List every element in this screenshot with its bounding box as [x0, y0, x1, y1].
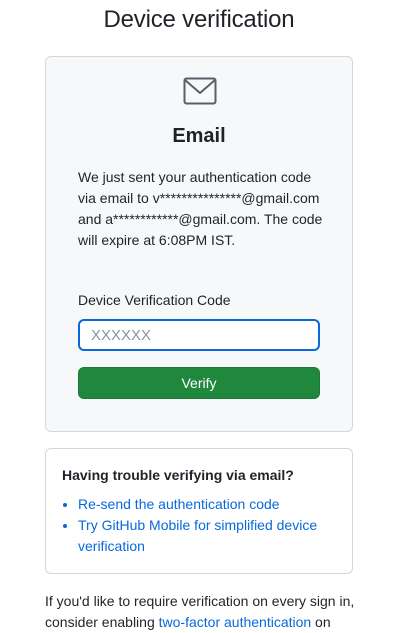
resend-code-link[interactable]: Re-send the authentication code: [78, 496, 280, 512]
mail-icon: [183, 77, 217, 105]
help-box: Having trouble verifying via email? Re-s…: [45, 448, 353, 574]
card-heading: Email: [172, 125, 226, 147]
footer-text-after: on: [311, 614, 331, 630]
help-title: Having trouble verifying via email?: [62, 467, 294, 483]
verification-card: Email We just sent your authentication c…: [45, 56, 353, 432]
github-mobile-link[interactable]: Try GitHub Mobile for simplified device …: [78, 517, 317, 554]
help-links-list: Re-send the authentication code Try GitH…: [62, 494, 342, 557]
list-item: Try GitHub Mobile for simplified device …: [78, 515, 342, 557]
verification-message: We just sent your authentication code vi…: [78, 169, 323, 248]
verify-button[interactable]: Verify: [78, 367, 320, 399]
page-title: Device verification: [103, 6, 295, 33]
two-factor-link[interactable]: two-factor authentication: [159, 614, 312, 630]
list-item: Re-send the authentication code: [78, 494, 342, 515]
code-field-label: Device Verification Code: [78, 292, 231, 308]
verification-code-input[interactable]: [78, 319, 320, 351]
